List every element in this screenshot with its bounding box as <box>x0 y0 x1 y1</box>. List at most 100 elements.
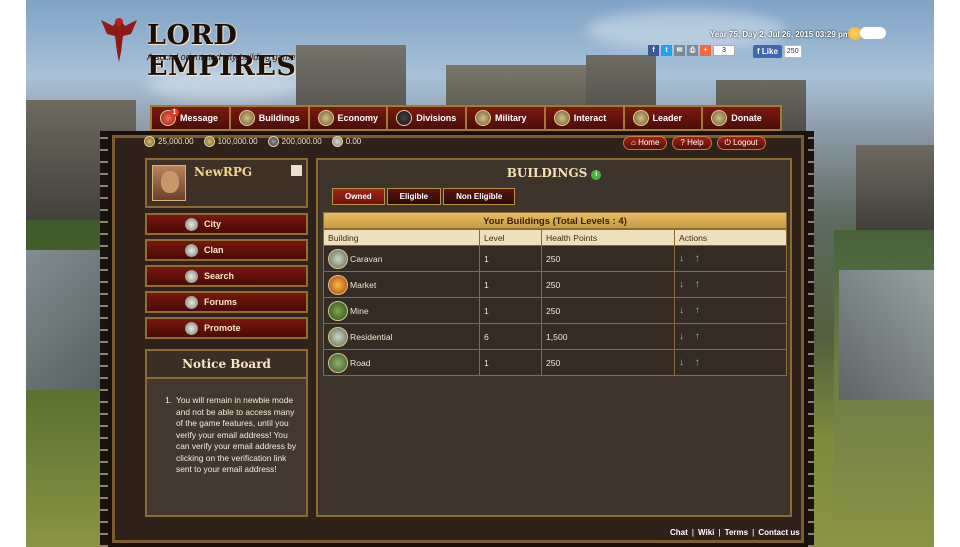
side-item-label: Clan <box>204 245 224 255</box>
search-icon <box>185 269 198 283</box>
table-header-row: Building Level Health Points Actions <box>323 229 787 246</box>
table-row: Caravan 1 250 ↓ ↑ <box>323 245 787 272</box>
downgrade-upgrade-arrows-icon[interactable]: ↓ ↑ <box>679 279 704 290</box>
info-icon[interactable]: i <box>591 170 602 180</box>
notice-item-number: 1. <box>165 395 172 405</box>
side-item-city[interactable]: City <box>145 213 308 235</box>
avatar[interactable] <box>152 165 186 201</box>
building-level: 1 <box>479 245 542 272</box>
nav-interact[interactable]: Interact <box>545 107 625 129</box>
nav-message[interactable]: 1 Message <box>152 107 231 129</box>
facebook-like: f Like 250 <box>753 45 802 58</box>
notice-board: Notice Board 1. You will remain in newbi… <box>145 349 308 517</box>
side-item-forums[interactable]: Forums <box>145 291 308 313</box>
nav-label: Message <box>180 113 219 123</box>
home-link[interactable]: ⌂ Home <box>623 136 668 150</box>
message-count-badge: 1 <box>170 108 179 117</box>
nav-buildings[interactable]: Buildings <box>230 107 310 129</box>
footer-separator: | <box>691 528 695 537</box>
help-link[interactable]: ? Help <box>672 136 712 150</box>
gem-icon <box>331 135 343 147</box>
building-level: 1 <box>479 271 542 298</box>
building-name[interactable]: Road <box>350 358 371 368</box>
share-bar: f t ✉ ⎙ + 3 <box>648 45 735 56</box>
side-item-promote[interactable]: Promote <box>145 317 308 339</box>
mine-icon <box>328 300 348 321</box>
building-hp: 250 <box>541 245 675 272</box>
downgrade-upgrade-arrows-icon[interactable]: ↓ ↑ <box>679 305 704 316</box>
buildings-icon <box>238 110 255 126</box>
wood-icon <box>203 135 215 147</box>
tab-non-eligible[interactable]: Non Eligible <box>443 188 516 205</box>
road-icon <box>328 352 348 373</box>
help-label: Help <box>687 138 704 147</box>
table-row: Mine 1 250 ↓ ↑ <box>323 297 787 324</box>
clan-icon <box>185 243 198 257</box>
panel-title-text: BUILDINGS <box>506 166 588 180</box>
building-name[interactable]: Caravan <box>350 254 382 264</box>
building-hp: 250 <box>541 297 675 324</box>
downgrade-upgrade-arrows-icon[interactable]: ↓ ↑ <box>679 253 704 264</box>
building-hp: 250 <box>541 349 675 376</box>
facebook-like-button[interactable]: f Like <box>753 45 782 58</box>
building-name[interactable]: Residential <box>350 332 393 342</box>
nav-label: Economy <box>337 113 379 123</box>
home-label: Home <box>638 138 660 147</box>
nav-economy[interactable]: Economy <box>309 107 389 129</box>
facebook-share-icon[interactable]: f <box>648 45 659 56</box>
resource-value: 0.00 <box>345 136 362 146</box>
brand-logo[interactable]: LORD EMPIRES A social orientated city bu… <box>97 12 387 82</box>
resource-value: 200,000.00 <box>281 136 322 146</box>
caravan-icon <box>328 248 348 269</box>
forums-icon <box>185 295 198 309</box>
building-name[interactable]: Market <box>350 280 376 290</box>
downgrade-upgrade-arrows-icon[interactable]: ↓ ↑ <box>679 357 704 368</box>
brand-title: LORD EMPIRES <box>147 20 297 82</box>
main-nav: 1 Message Buildings Economy Divisions Mi… <box>150 105 782 131</box>
nav-military[interactable]: Military <box>467 107 546 129</box>
nav-label: Interact <box>573 113 607 123</box>
side-item-label: Search <box>204 271 235 281</box>
cloud-icon <box>860 27 886 39</box>
side-item-search[interactable]: Search <box>145 265 308 287</box>
nav-divisions[interactable]: Divisions <box>388 107 467 129</box>
residential-icon <box>328 326 348 347</box>
resource-stone: 200,000.00 <box>267 135 322 147</box>
table-row: Road 1 250 ↓ ↑ <box>323 349 787 376</box>
building-level: 6 <box>479 323 542 350</box>
facebook-like-count: 250 <box>783 45 802 58</box>
nav-leader[interactable]: Leader <box>624 107 704 129</box>
side-item-label: City <box>204 219 222 229</box>
logout-label: Logout <box>733 138 758 147</box>
nav-label: Donate <box>731 113 762 123</box>
home-icon: ⌂ <box>631 138 639 147</box>
downgrade-upgrade-arrows-icon[interactable]: ↓ ↑ <box>679 331 704 342</box>
logout-link[interactable]: ⏻ Logout <box>716 136 766 150</box>
nav-donate[interactable]: Donate <box>703 107 780 129</box>
tab-eligible[interactable]: Eligible <box>386 188 442 205</box>
footer-terms-link[interactable]: Terms <box>725 528 748 537</box>
eagle-emblem-icon <box>101 18 137 62</box>
side-item-clan[interactable]: Clan <box>145 239 308 261</box>
tab-owned[interactable]: Owned <box>332 188 385 205</box>
edit-icon[interactable] <box>291 165 302 176</box>
print-share-icon[interactable]: ⎙ <box>687 45 698 56</box>
email-share-icon[interactable]: ✉ <box>674 45 685 56</box>
building-name[interactable]: Mine <box>350 306 369 316</box>
facebook-like-label: Like <box>761 47 778 56</box>
divisions-icon <box>396 110 413 126</box>
building-hp: 250 <box>541 271 675 298</box>
footer-chat-link[interactable]: Chat <box>670 528 688 537</box>
nav-label: Leader <box>652 113 683 123</box>
twitter-share-icon[interactable]: t <box>661 45 672 56</box>
footer-wiki-link[interactable]: Wiki <box>698 528 714 537</box>
share-count: 3 <box>713 45 735 56</box>
column-header-building: Building <box>323 229 480 246</box>
game-datetime: Year 75, Day 2, Jul 26, 2015 03:29 pm <box>709 30 850 39</box>
addthis-share-icon[interactable]: + <box>700 45 711 56</box>
player-name: NewRPG <box>194 165 253 179</box>
player-profile: NewRPG <box>145 158 308 208</box>
leader-icon <box>632 110 649 126</box>
footer-contact-link[interactable]: Contact us <box>758 528 799 537</box>
brand-tagline: A social orientated city building game <box>147 52 296 62</box>
